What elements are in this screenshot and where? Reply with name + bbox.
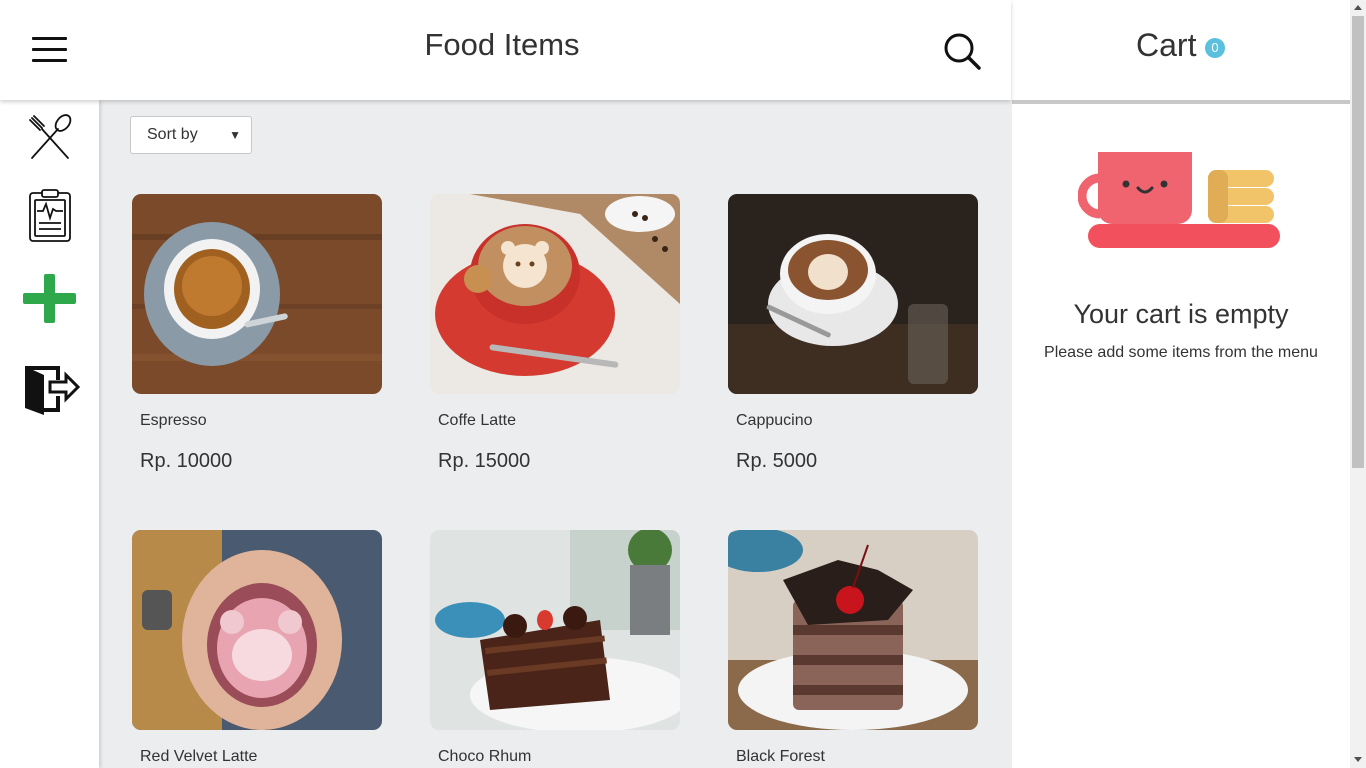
clipboard-report-icon[interactable] [20,187,80,247]
product-name: Black Forest [736,748,825,765]
product-image [132,530,382,730]
page-title: Food Items [424,27,580,62]
product-name: Cappucino [736,412,813,429]
chevron-down-icon: ▼ [229,128,241,142]
empty-cart-cup-icon [1077,150,1282,255]
product-card-red-velvet-latte[interactable]: Red Velvet Latte [132,530,382,768]
product-card-coffe-latte[interactable]: Coffe Latte Rp. 15000 [430,194,680,473]
cart-header: Cart 0 [1012,0,1350,104]
product-image [728,530,978,730]
cart-title: Cart [1136,27,1197,63]
product-price: Rp. 10000 [140,450,233,472]
product-card-cappucino[interactable]: Cappucino Rp. 5000 [728,194,978,473]
scroll-down-arrow-icon[interactable] [1354,757,1362,762]
main-content: Sort by ▼ Espresso Rp. 10000 Coffe Latte… [99,100,1012,768]
product-price: Rp. 5000 [736,450,818,472]
fork-spoon-icon[interactable] [20,108,80,168]
product-card-black-forest[interactable]: Black Forest [728,530,978,768]
sidebar [0,100,99,768]
product-image [430,530,680,730]
product-image [430,194,680,394]
empty-cart-subtitle: Please add some items from the menu [1044,344,1318,361]
cart-count-badge: 0 [1205,38,1225,58]
product-card-choco-rhum[interactable]: Choco Rhum [430,530,680,768]
product-name: Espresso [140,412,207,429]
vertical-scrollbar[interactable] [1350,0,1366,768]
product-image [728,194,978,394]
product-price: Rp. 15000 [438,450,531,472]
product-image [132,194,382,394]
sort-dropdown[interactable]: Sort by ▼ [130,116,252,154]
product-name: Choco Rhum [438,748,532,765]
scroll-up-arrow-icon[interactable] [1354,5,1362,10]
scrollbar-thumb[interactable] [1352,16,1364,468]
search-icon[interactable] [942,31,982,71]
top-header: Food Items [0,0,1011,100]
product-card-espresso[interactable]: Espresso Rp. 10000 [132,194,382,473]
plus-icon[interactable] [20,268,80,328]
product-name: Coffe Latte [438,412,516,429]
empty-cart-title: Your cart is empty [1073,299,1289,329]
cart-panel: Cart 0 Your cart is empty Please add som… [1012,0,1350,768]
sort-dropdown-label: Sort by [147,126,198,143]
logout-icon[interactable] [20,358,81,418]
product-name: Red Velvet Latte [140,748,258,765]
